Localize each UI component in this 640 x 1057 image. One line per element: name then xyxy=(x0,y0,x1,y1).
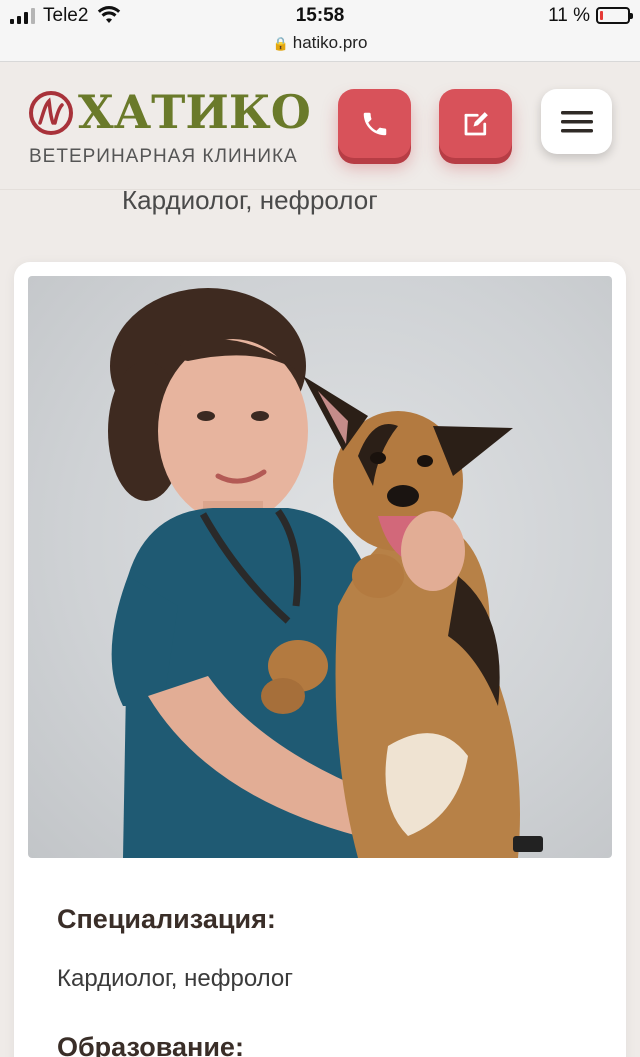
doctor-photo xyxy=(28,276,612,858)
hamburger-menu-icon xyxy=(560,110,593,132)
specialization-value: Кардиолог, нефролог xyxy=(57,965,294,992)
doctor-card: Специализация: Кардиолог, нефролог Образ… xyxy=(14,262,626,1057)
battery-percent: 11 % xyxy=(548,5,590,26)
logo-wordmark: ХАТИКО xyxy=(78,85,311,139)
clock: 15:58 xyxy=(295,5,345,26)
logo-mark-icon xyxy=(29,91,73,135)
education-label: Образование: xyxy=(57,1032,244,1057)
lock-icon: 🔒 xyxy=(272,36,289,51)
edit-form-icon xyxy=(464,111,488,135)
phone-icon xyxy=(363,112,386,135)
clinic-logo[interactable]: ХАТИКО ВЕТЕРИНАРНАЯ КЛИНИКА xyxy=(28,85,318,174)
battery-icon xyxy=(596,7,633,24)
address-bar[interactable]: 🔒 hatiko.pro xyxy=(0,33,640,53)
logo-subtitle: ВЕТЕРИНАРНАЯ КЛИНИКА xyxy=(29,146,298,167)
specialization-label: Специализация: xyxy=(57,904,276,934)
site-header: ХАТИКО ВЕТЕРИНАРНАЯ КЛИНИКА xyxy=(0,62,640,190)
battery-level-fill xyxy=(600,11,604,20)
doctor-specialty-subtitle: Кардиолог, нефролог xyxy=(122,185,378,215)
status-bar: Tele2 15:58 11 % 🔒 hatiko.pro xyxy=(0,0,640,62)
menu-button[interactable] xyxy=(541,89,612,154)
url-text: hatiko.pro xyxy=(292,33,368,52)
call-button[interactable] xyxy=(338,89,411,158)
appointment-form-button[interactable] xyxy=(439,89,512,158)
